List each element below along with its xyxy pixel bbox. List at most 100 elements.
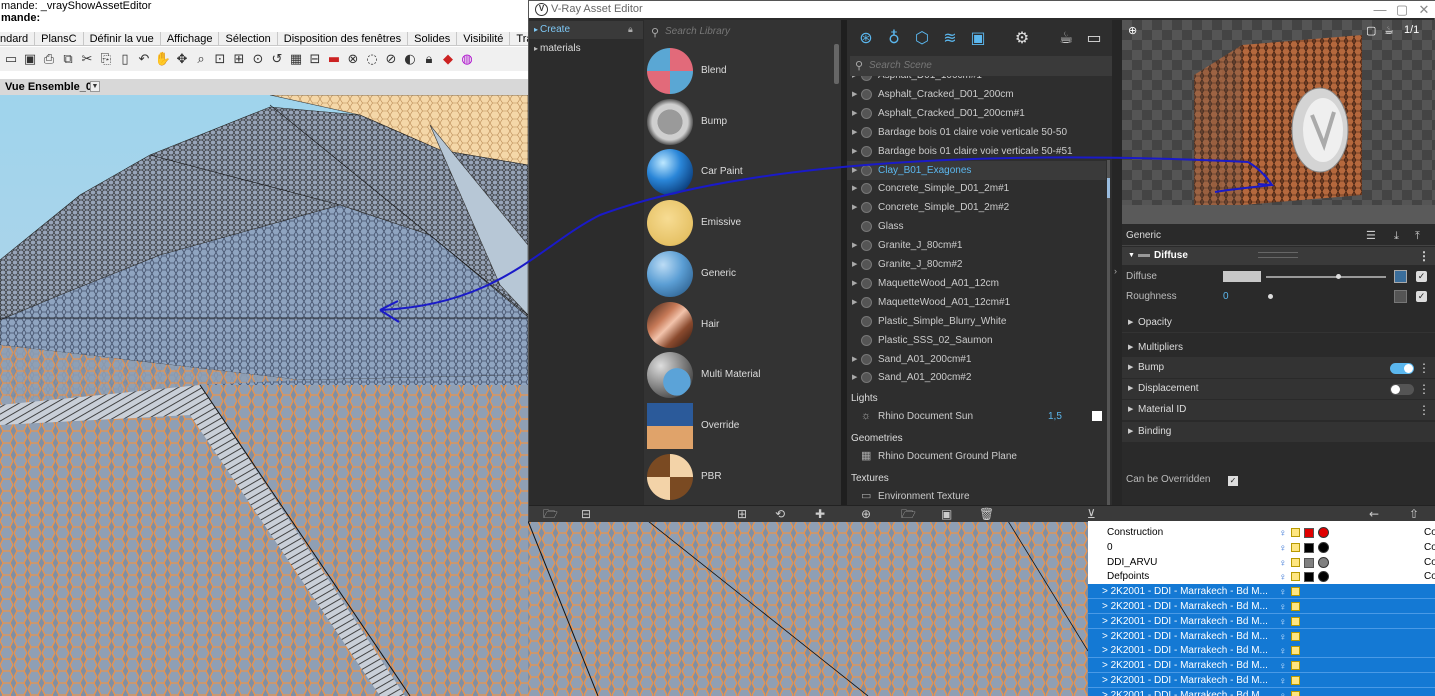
create-category[interactable]: ▸ Create 🔒︎	[529, 21, 643, 39]
layer-visibility-lightbulb-icon[interactable]: ♀	[1279, 541, 1287, 556]
settings-icon[interactable]: ⚙	[1011, 26, 1033, 48]
layer-linetype-label[interactable]: Co	[1424, 525, 1435, 540]
tree-item-materials[interactable]: ▸ materials	[529, 40, 643, 58]
hide-objects-icon[interactable]: ◌	[363, 50, 381, 68]
library-scrollbar[interactable]	[834, 44, 839, 84]
kebab-menu-icon[interactable]: ⋮	[1418, 400, 1430, 420]
add-asset-icon[interactable]: ✚	[815, 507, 825, 521]
scene-material-row[interactable]: ▶ MaquetteWood_A01_12cm	[847, 274, 1106, 293]
scene-material-row[interactable]: ▶ Sand_A01_200cm#2	[847, 368, 1106, 387]
layer-visibility-lightbulb-icon[interactable]: ♀	[1279, 689, 1287, 696]
toolbar-tab[interactable]: Transformer	[510, 32, 528, 45]
layer-name[interactable]: > 2K2001 - DDI - Marrakech - Bd M...	[1102, 643, 1268, 658]
print-icon[interactable]: ⎙	[40, 50, 58, 68]
expand-arrow-icon[interactable]: ▶	[852, 104, 857, 123]
maximize-button[interactable]: ▢	[1391, 1, 1413, 18]
expand-arrow-icon[interactable]: ▶	[852, 293, 857, 312]
layer-material-icon[interactable]	[1318, 571, 1329, 583]
scene-material-row[interactable]: ▶ Granite_J_80cm#1	[847, 236, 1106, 255]
grid-icon[interactable]: ⊟	[306, 50, 324, 68]
layer-row[interactable]: Construction ♀ Co	[1088, 525, 1435, 540]
add-with-options-icon[interactable]: ⊕	[861, 507, 871, 521]
kebab-menu-icon[interactable]: ⋮	[1418, 379, 1430, 399]
section-multipliers[interactable]: ▶ Multipliers	[1122, 338, 1435, 358]
layer-visibility-lightbulb-icon[interactable]: ♀	[1279, 659, 1287, 674]
layer-lock-icon[interactable]	[1291, 602, 1300, 611]
back-arrow-icon[interactable]: ←	[1369, 507, 1379, 521]
rotate-view-icon[interactable]: ✥	[173, 50, 191, 68]
layer-visibility-lightbulb-icon[interactable]: ♀	[1279, 526, 1287, 541]
zoom-window-icon[interactable]: ⊡	[211, 50, 229, 68]
layer-name[interactable]: > 2K2001 - DDI - Marrakech - Bd M...	[1102, 614, 1268, 629]
layer-row[interactable]: > 2K2001 - DDI - Marrakech - Bd M... ♀	[1088, 613, 1435, 630]
library-item-bump[interactable]: Bump	[647, 97, 833, 146]
undo-icon[interactable]: ↶	[135, 50, 153, 68]
layer-visibility-lightbulb-icon[interactable]: ♀	[1279, 570, 1287, 585]
sliders-icon[interactable]: ☰	[1366, 226, 1376, 246]
layer-color-swatch[interactable]	[1304, 557, 1314, 568]
close-button[interactable]: ✕	[1413, 1, 1435, 18]
expand-arrow-icon[interactable]: ▶	[852, 123, 857, 142]
undo-view-icon[interactable]: ↺	[268, 50, 286, 68]
scene-material-row[interactable]: ▶ Granite_J_80cm#2	[847, 255, 1106, 274]
scene-material-row[interactable]: ▶ Bardage bois 01 claire voie verticale 5…	[847, 123, 1106, 142]
toolbar-tab[interactable]: Solides	[408, 32, 458, 45]
grid-view-icon[interactable]: ⊞	[737, 507, 747, 521]
layer-lock-icon[interactable]	[1291, 557, 1300, 567]
expand-arrow-icon[interactable]: ▶	[852, 161, 857, 180]
layer-row[interactable]: > 2K2001 - DDI - Marrakech - Bd M... ♀	[1088, 628, 1435, 644]
viewport-menu-icon[interactable]: ▼	[90, 81, 100, 92]
toolbar-tab[interactable]: ndard	[0, 32, 36, 45]
library-search-input[interactable]: ⚲ Search Library	[648, 23, 834, 41]
scene-material-row[interactable]: ▶ Sand_A01_200cm#1	[847, 350, 1106, 369]
layer-visibility-lightbulb-icon[interactable]: ♀	[1279, 556, 1287, 571]
layer-lock-icon[interactable]	[1291, 690, 1300, 696]
four-viewports-icon[interactable]: ▦	[287, 50, 305, 68]
pan-icon[interactable]: ✋	[154, 50, 172, 68]
layer-row[interactable]: > 2K2001 - DDI - Marrakech - Bd M... ♀	[1088, 584, 1435, 600]
lock-icon[interactable]: 🔒︎	[628, 25, 636, 34]
layer-color-swatch[interactable]	[1304, 542, 1314, 553]
scene-material-row[interactable]: ▶ Asphalt_Cracked_D01_200cm	[847, 85, 1106, 104]
panel-splitter[interactable]: ›	[1112, 20, 1122, 506]
load-file-icon[interactable]: 🗁︎	[901, 507, 916, 521]
layer-row[interactable]: 0 ♀ Co	[1088, 540, 1435, 555]
layer-lock-icon[interactable]	[1291, 542, 1300, 552]
layer-name[interactable]: 0	[1107, 540, 1113, 555]
layer-name[interactable]: > 2K2001 - DDI - Marrakech - Bd M...	[1102, 673, 1268, 688]
layer-visibility-lightbulb-icon[interactable]: ♀	[1279, 585, 1287, 600]
layer-row[interactable]: > 2K2001 - DDI - Marrakech - Bd M... ♀	[1088, 599, 1435, 614]
collapse-left-icon[interactable]: ›	[1114, 266, 1117, 276]
lightbulb-icon[interactable]: ◐	[401, 50, 419, 68]
library-item-override[interactable]: Override	[647, 401, 833, 450]
layer-row[interactable]: > 2K2001 - DDI - Marrakech - Bd M... ♀	[1088, 687, 1435, 696]
diffuse-slider-knob[interactable]	[1336, 274, 1341, 279]
lights-icon[interactable]: ♁	[883, 26, 905, 48]
refresh-icon[interactable]: ⟲	[775, 507, 785, 521]
library-item-blend[interactable]: Blend	[647, 46, 833, 95]
diffuse-color-swatch[interactable]	[1223, 271, 1261, 282]
toolbar-tab[interactable]: Affichage	[161, 32, 220, 45]
roughness-enable-checkbox[interactable]: ✓	[1416, 291, 1427, 302]
layer-name[interactable]: > 2K2001 - DDI - Marrakech - Bd M...	[1102, 658, 1268, 673]
minimize-button[interactable]: —	[1369, 1, 1391, 18]
texture-map-button[interactable]	[1394, 290, 1407, 303]
render-window-icon[interactable]: ▭	[1083, 26, 1105, 48]
perspective-viewport[interactable]	[0, 95, 528, 696]
kebab-menu-icon[interactable]: ⋮	[1418, 358, 1430, 378]
layer-linetype-label[interactable]: Co	[1424, 540, 1435, 555]
layer-lock-icon[interactable]	[1291, 631, 1300, 641]
layer-name[interactable]: Defpoints	[1107, 569, 1149, 584]
section-opacity[interactable]: ▶ Opacity	[1122, 313, 1435, 333]
scene-texture-row[interactable]: ▭ Environment Texture	[847, 487, 1106, 506]
layer-row[interactable]: DDI_ARVU ♀ Co	[1088, 555, 1435, 570]
layer-visibility-lightbulb-icon[interactable]: ♀	[1279, 615, 1287, 630]
light-intensity-value[interactable]: 1,5	[1048, 407, 1062, 426]
expand-arrow-icon[interactable]: ▶	[852, 236, 857, 255]
zoom-extents-icon[interactable]: ⊞	[230, 50, 248, 68]
toolbar-tab[interactable]: Sélection	[219, 32, 278, 45]
layer-color-swatch[interactable]	[1304, 528, 1314, 538]
upload-icon[interactable]: ⇧	[1409, 507, 1419, 521]
library-item-car-paint[interactable]: Car Paint	[647, 147, 833, 196]
cut-icon[interactable]: ✂	[78, 50, 96, 68]
